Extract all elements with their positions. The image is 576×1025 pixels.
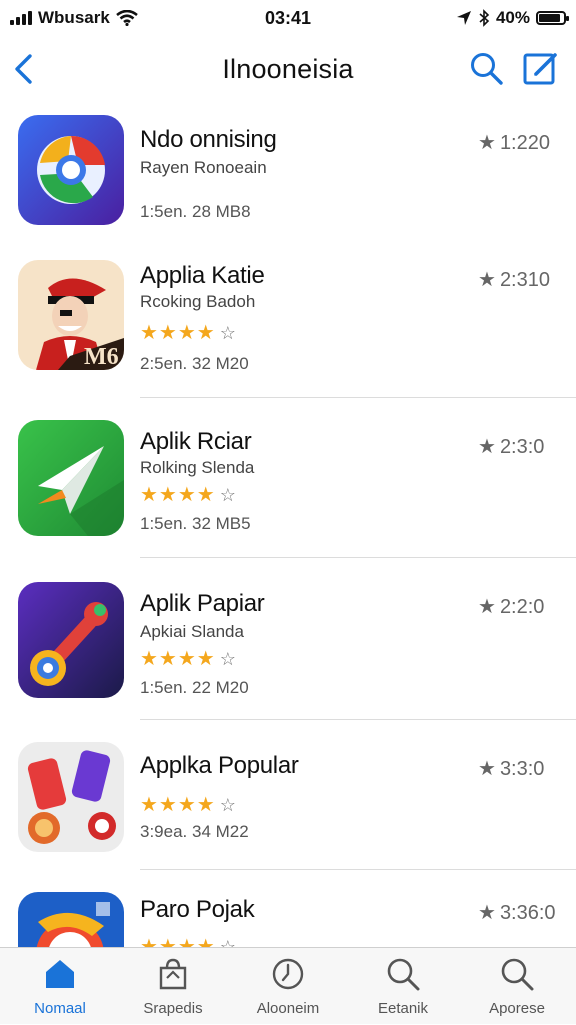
list-item[interactable]: Aplik Rciar Rolking Slenda ★★★★ ☆ 1:5en. …	[0, 398, 576, 558]
app-meta: 1:5en. 28 MB8	[140, 202, 251, 221]
app-rating-value: 2:310	[499, 269, 550, 291]
list-item[interactable]: M6 Applia Katie Rcoking Badoh ★★★★ ☆ 2:5e…	[0, 242, 576, 398]
star-rating: ★★★★ ☆	[140, 320, 237, 345]
empty-star-icon: ☆	[219, 795, 237, 815]
battery-percent: 40%	[495, 8, 530, 27]
filled-stars: ★★★★	[140, 936, 216, 947]
star-rating: ★★★★ ☆	[140, 934, 237, 947]
app-meta: 3:9ea. 34 M22	[140, 822, 249, 841]
tab-label: Srapedis	[143, 1000, 203, 1017]
app-icon-pirate: M6	[18, 260, 124, 370]
status-left: Wbusark	[10, 8, 138, 28]
app-name: Applia Katie	[140, 262, 265, 289]
svg-text:M6: M6	[84, 344, 119, 370]
tab-label: Eetanik	[377, 1000, 429, 1017]
app-meta: 1:5en. 22 M20	[140, 678, 249, 697]
carrier-name: Wbusark	[38, 8, 110, 27]
tab-home[interactable]: Nomaal	[10, 948, 110, 1025]
status-bar: Wbusark 03:41 40%	[0, 0, 576, 36]
app-subtitle: Apkiai Slanda	[140, 622, 244, 641]
clock-icon	[272, 958, 304, 990]
tab-shopping[interactable]: Srapedis	[123, 948, 223, 1025]
filled-stars: ★★★★	[140, 484, 216, 506]
list-item[interactable]: Aplik Papiar Apkiai Slanda ★★★★ ☆ 1:5en. …	[0, 558, 576, 720]
app-rating-value: 2:2:0	[499, 596, 545, 618]
page-title: Ilnooneisia	[222, 53, 354, 84]
app-name: Paro Pojak	[140, 896, 255, 923]
tab-label: Aporese	[489, 1000, 545, 1017]
wifi-icon	[115, 10, 138, 26]
compose-icon[interactable]	[522, 50, 560, 86]
battery-icon	[536, 11, 569, 25]
app-icon-colorful	[18, 892, 124, 947]
tab-bar: Nomaal Srapedis Alooneim Eetanik Aporese	[0, 947, 576, 1024]
star-icon: ★	[478, 758, 496, 780]
star-rating: ★★★★ ☆	[140, 646, 237, 671]
filled-stars: ★★★★	[140, 322, 216, 344]
app-icon-paper-plane	[18, 420, 124, 536]
app-rating: ★ 3:3:0	[478, 756, 544, 781]
star-icon: ★	[478, 596, 496, 618]
signal-icon	[10, 11, 32, 25]
filled-stars: ★★★★	[140, 648, 216, 670]
app-icon-game-paddle	[18, 582, 124, 698]
list-item[interactable]: Paro Pojak ★★★★ ☆ ★ 3:36:0	[0, 870, 576, 947]
empty-star-icon: ☆	[219, 485, 237, 505]
app-subtitle: Rayen Ronoeain	[140, 158, 267, 177]
star-icon: ★	[478, 132, 496, 154]
app-subtitle: Rcoking Badoh	[140, 292, 256, 311]
search-icon	[387, 958, 420, 991]
list-item[interactable]: Applka Popular ★★★★ ☆ 3:9ea. 34 M22 ★ 3:3:…	[0, 720, 576, 870]
app-name: Ndo onnising	[140, 126, 277, 153]
app-rating: ★ 3:36:0	[478, 900, 556, 925]
app-rating-value: 3:36:0	[499, 902, 556, 924]
empty-star-icon: ☆	[219, 937, 237, 947]
app-rating-value: 2:3:0	[499, 436, 545, 458]
app-rating: ★ 1:220	[478, 130, 550, 155]
battery-fill	[539, 14, 561, 22]
app-rating: ★ 2:3:0	[478, 434, 544, 459]
empty-star-icon: ☆	[219, 323, 237, 343]
status-right: 40%	[456, 8, 569, 28]
app-name: Applka Popular	[140, 752, 299, 779]
star-icon: ★	[478, 436, 496, 458]
star-rating: ★★★★ ☆	[140, 792, 237, 817]
app-icon-cards	[18, 742, 124, 852]
tab-search[interactable]: Aporese	[467, 948, 567, 1025]
app-name: Aplik Rciar	[140, 428, 252, 455]
bag-icon	[159, 958, 187, 990]
app-rating: ★ 2:2:0	[478, 594, 544, 619]
home-icon	[46, 960, 74, 988]
location-arrow-icon	[456, 11, 471, 25]
search-icon	[501, 958, 534, 991]
search-icon[interactable]	[468, 50, 504, 86]
app-subtitle: Rolking Slenda	[140, 458, 255, 477]
filled-stars: ★★★★	[140, 794, 216, 816]
app-icon-browser	[18, 115, 124, 225]
navigation-bar: Ilnooneisia	[0, 36, 576, 102]
star-icon: ★	[478, 902, 496, 924]
empty-star-icon: ☆	[219, 649, 237, 669]
tab-label: Nomaal	[34, 1000, 86, 1017]
bluetooth-icon	[479, 9, 490, 27]
app-rating-value: 3:3:0	[499, 758, 545, 780]
star-rating: ★★★★ ☆	[140, 482, 237, 507]
tab-label: Alooneim	[256, 1000, 320, 1017]
back-chevron-icon[interactable]	[8, 50, 42, 88]
app-rating: ★ 2:310	[478, 267, 550, 292]
tab-history[interactable]: Alooneim	[238, 948, 338, 1025]
tab-explore[interactable]: Eetanik	[353, 948, 453, 1025]
app-list[interactable]: Ndo onnising Rayen Ronoeain 1:5en. 28 MB…	[0, 102, 576, 947]
app-rating-value: 1:220	[499, 132, 550, 154]
app-meta: 1:5en. 32 MB5	[140, 514, 251, 533]
app-meta: 2:5en. 32 M20	[140, 354, 249, 373]
list-item[interactable]: Ndo onnising Rayen Ronoeain 1:5en. 28 MB…	[0, 102, 576, 242]
star-icon: ★	[478, 269, 496, 291]
app-name: Aplik Papiar	[140, 590, 265, 617]
